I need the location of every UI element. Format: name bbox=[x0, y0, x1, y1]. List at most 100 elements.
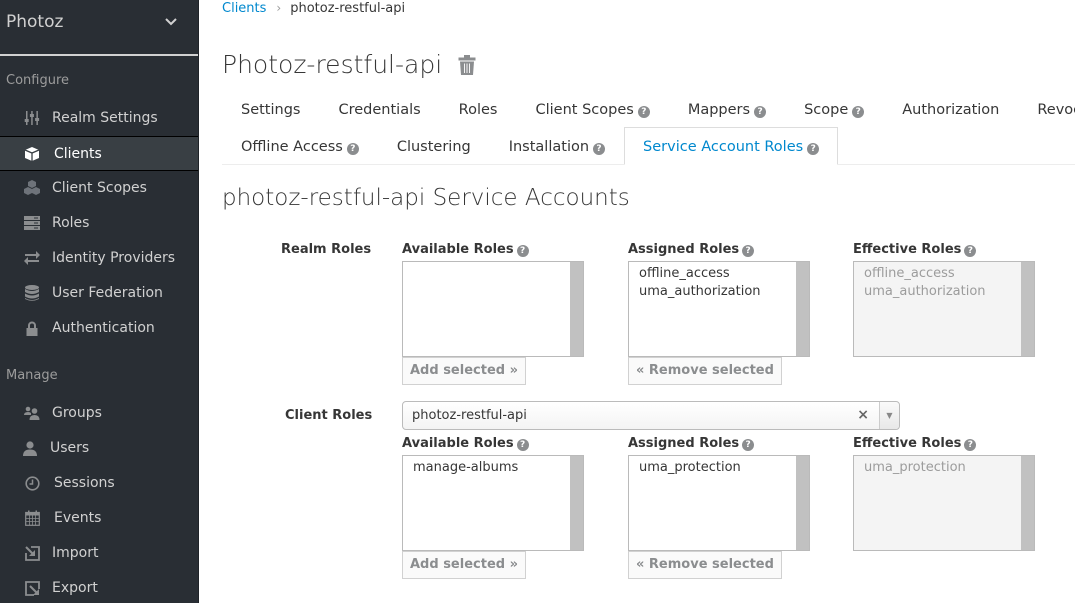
help-icon[interactable]: ? bbox=[516, 439, 529, 451]
scrollbar[interactable] bbox=[1021, 456, 1034, 550]
help-icon[interactable]: ? bbox=[852, 106, 865, 118]
tab-service-account-roles[interactable]: Service Account Roles? bbox=[624, 127, 839, 165]
sidebar: Photoz Configure Realm Settings Clients … bbox=[0, 0, 199, 603]
scrollbar[interactable] bbox=[796, 456, 809, 550]
client-tabs: Settings Credentials Roles Client Scopes… bbox=[222, 90, 1075, 165]
manage-nav: Groups Users Sessions Events Import Expo… bbox=[0, 396, 198, 603]
users-icon bbox=[23, 404, 41, 422]
client-add-selected-button[interactable]: Add selected » bbox=[402, 551, 526, 579]
breadcrumb-clients-link[interactable]: Clients bbox=[222, 1, 266, 16]
sidebar-item-export[interactable]: Export bbox=[0, 571, 198, 603]
tab-settings[interactable]: Settings bbox=[222, 90, 319, 127]
sidebar-item-label: Client Scopes bbox=[52, 180, 147, 196]
help-icon[interactable]: ? bbox=[754, 106, 767, 118]
client-remove-selected-button[interactable]: « Remove selected bbox=[628, 551, 782, 579]
client-assigned-roles-list[interactable]: uma_protection bbox=[628, 455, 810, 551]
sidebar-item-label: Realm Settings bbox=[52, 110, 158, 126]
sidebar-item-authentication[interactable]: Authentication bbox=[0, 311, 198, 346]
tab-mappers[interactable]: Mappers? bbox=[669, 90, 785, 127]
sidebar-item-clients[interactable]: Clients bbox=[0, 136, 198, 171]
clock-icon bbox=[23, 474, 41, 492]
realm-selector[interactable]: Photoz bbox=[0, 0, 198, 56]
sidebar-item-label: Sessions bbox=[54, 475, 115, 491]
realm-remove-selected-button[interactable]: « Remove selected bbox=[628, 357, 782, 385]
list-option[interactable]: uma_authorization bbox=[629, 283, 809, 301]
list-option[interactable]: uma_protection bbox=[629, 459, 809, 477]
realm-available-roles-list[interactable] bbox=[402, 261, 584, 357]
scrollbar[interactable] bbox=[796, 262, 809, 356]
help-icon[interactable]: ? bbox=[637, 106, 650, 118]
exchange-icon bbox=[23, 249, 41, 267]
calendar-icon bbox=[23, 509, 41, 527]
tab-clustering[interactable]: Clustering bbox=[378, 127, 490, 164]
help-icon[interactable]: ? bbox=[742, 439, 755, 451]
sidebar-item-client-scopes[interactable]: Client Scopes bbox=[0, 171, 198, 206]
realm-assigned-roles-label: Assigned Roles? bbox=[628, 242, 755, 257]
clear-icon[interactable]: × bbox=[857, 407, 869, 423]
help-icon[interactable]: ? bbox=[742, 245, 755, 257]
trash-icon[interactable] bbox=[458, 54, 476, 75]
sidebar-item-events[interactable]: Events bbox=[0, 501, 198, 536]
help-icon[interactable]: ? bbox=[516, 245, 529, 257]
main-content: Clients › photoz-restful-api Photoz-rest… bbox=[222, 0, 1075, 603]
breadcrumb-separator: › bbox=[276, 1, 282, 15]
tab-revocation[interactable]: Revocation bbox=[1018, 90, 1075, 127]
sidebar-item-identity-providers[interactable]: Identity Providers bbox=[0, 241, 198, 276]
tab-scope[interactable]: Scope? bbox=[785, 90, 883, 127]
database-icon bbox=[23, 284, 41, 302]
sidebar-item-groups[interactable]: Groups bbox=[0, 396, 198, 431]
import-icon bbox=[23, 544, 41, 562]
tab-roles[interactable]: Roles bbox=[440, 90, 517, 127]
realm-name: Photoz bbox=[6, 12, 64, 32]
help-icon[interactable]: ? bbox=[807, 143, 820, 155]
sidebar-item-users[interactable]: Users bbox=[0, 431, 198, 466]
sidebar-item-roles[interactable]: Roles bbox=[0, 206, 198, 241]
client-available-roles-list[interactable]: manage-albums bbox=[402, 455, 584, 551]
tab-installation[interactable]: Installation? bbox=[490, 127, 624, 164]
sidebar-item-label: Import bbox=[52, 545, 99, 561]
client-select[interactable]: photoz-restful-api × ▼ bbox=[402, 401, 900, 430]
help-icon[interactable]: ? bbox=[964, 439, 977, 451]
realm-add-selected-button[interactable]: Add selected » bbox=[402, 357, 526, 385]
list-option: offline_access bbox=[864, 266, 955, 281]
sidebar-item-label: User Federation bbox=[52, 285, 163, 301]
help-icon[interactable]: ? bbox=[593, 143, 606, 155]
tab-row-1: Settings Credentials Roles Client Scopes… bbox=[222, 90, 1075, 127]
sidebar-item-label: Groups bbox=[52, 405, 102, 421]
client-effective-roles-label: Effective Roles? bbox=[853, 436, 977, 451]
sidebar-item-label: Identity Providers bbox=[52, 250, 176, 266]
lock-icon bbox=[23, 319, 41, 337]
realm-available-roles-label: Available Roles? bbox=[402, 242, 529, 257]
scrollbar[interactable] bbox=[1021, 262, 1034, 356]
client-effective-roles-list: uma_protection bbox=[853, 455, 1035, 551]
sidebar-item-label: Authentication bbox=[52, 320, 155, 336]
configure-nav: Realm Settings Clients Client Scopes Rol… bbox=[0, 101, 198, 346]
list-option[interactable]: offline_access bbox=[629, 265, 809, 283]
dropdown-arrow-icon[interactable]: ▼ bbox=[879, 402, 899, 429]
chevron-down-icon bbox=[165, 18, 177, 26]
realm-effective-roles-label: Effective Roles? bbox=[853, 242, 977, 257]
scrollbar[interactable] bbox=[570, 456, 583, 550]
sidebar-item-realm-settings[interactable]: Realm Settings bbox=[0, 101, 198, 136]
sidebar-item-import[interactable]: Import bbox=[0, 536, 198, 571]
breadcrumb: Clients › photoz-restful-api bbox=[222, 1, 405, 16]
scrollbar[interactable] bbox=[570, 262, 583, 356]
breadcrumb-current: photoz-restful-api bbox=[290, 1, 406, 16]
tab-credentials[interactable]: Credentials bbox=[319, 90, 439, 127]
client-roles-label: Client Roles bbox=[285, 408, 373, 423]
help-icon[interactable]: ? bbox=[346, 143, 359, 155]
sidebar-item-sessions[interactable]: Sessions bbox=[0, 466, 198, 501]
tab-offline-access[interactable]: Offline Access? bbox=[222, 127, 378, 164]
list-option[interactable]: manage-albums bbox=[403, 459, 583, 477]
tab-authorization[interactable]: Authorization bbox=[883, 90, 1018, 127]
realm-available-options bbox=[403, 262, 583, 265]
user-icon bbox=[21, 439, 39, 457]
tab-client-scopes[interactable]: Client Scopes? bbox=[516, 90, 668, 127]
sidebar-item-label: Users bbox=[50, 440, 90, 456]
sliders-icon bbox=[23, 109, 41, 127]
help-icon[interactable]: ? bbox=[964, 245, 977, 257]
cube-icon bbox=[23, 145, 41, 163]
sidebar-item-user-federation[interactable]: User Federation bbox=[0, 276, 198, 311]
export-icon bbox=[23, 579, 41, 597]
realm-assigned-roles-list[interactable]: offline_access uma_authorization bbox=[628, 261, 810, 357]
